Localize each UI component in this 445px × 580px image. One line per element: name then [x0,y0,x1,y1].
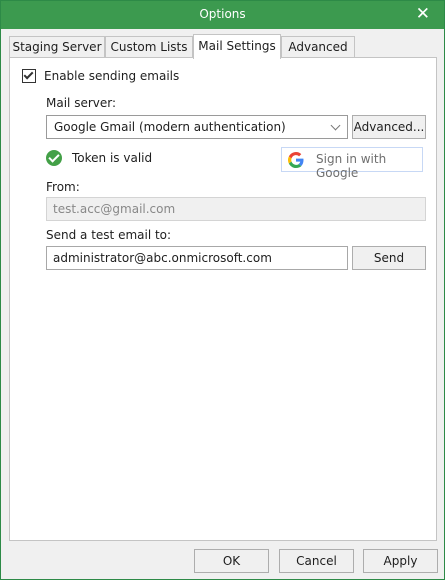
enable-sending-checkbox[interactable] [22,69,36,83]
title-bar: Options ✕ [1,1,444,29]
apply-button[interactable]: Apply [363,549,438,573]
mail-server-value: Google Gmail (modern authentication) [54,120,286,134]
mail-server-select[interactable]: Google Gmail (modern authentication) [46,115,348,139]
tab-staging-server[interactable]: Staging Server [9,36,105,58]
advanced-button[interactable]: Advanced... [352,115,426,139]
tab-custom-lists[interactable]: Custom Lists [105,36,193,58]
test-email-input[interactable]: administrator@abc.onmicrosoft.com [46,246,348,270]
chevron-down-icon[interactable] [330,120,341,131]
token-status: Token is valid [72,151,153,165]
ok-button[interactable]: OK [194,549,269,573]
sign-in-with-google-button[interactable]: Sign in with Google [281,147,423,180]
check-circle-icon [46,150,62,166]
options-dialog: Options ✕ Staging Server Custom Lists Ma… [0,0,445,580]
mail-server-label: Mail server: [46,96,117,110]
cancel-button[interactable]: Cancel [279,549,354,573]
checkmark-icon [23,69,34,80]
test-email-label: Send a test email to: [46,228,172,242]
tab-mail-settings[interactable]: Mail Settings [193,34,281,59]
tab-advanced[interactable]: Advanced [281,36,355,58]
close-icon[interactable]: ✕ [416,4,430,24]
from-label: From: [46,180,80,194]
send-button[interactable]: Send [352,246,426,270]
google-logo-icon [288,152,304,168]
mail-settings-panel: Enable sending emails Mail server: Googl… [9,57,437,541]
window-title: Options [199,7,246,21]
from-field: test.acc@gmail.com [46,197,426,221]
enable-sending-label[interactable]: Enable sending emails [44,69,179,83]
google-button-label: Sign in with Google [316,152,387,180]
